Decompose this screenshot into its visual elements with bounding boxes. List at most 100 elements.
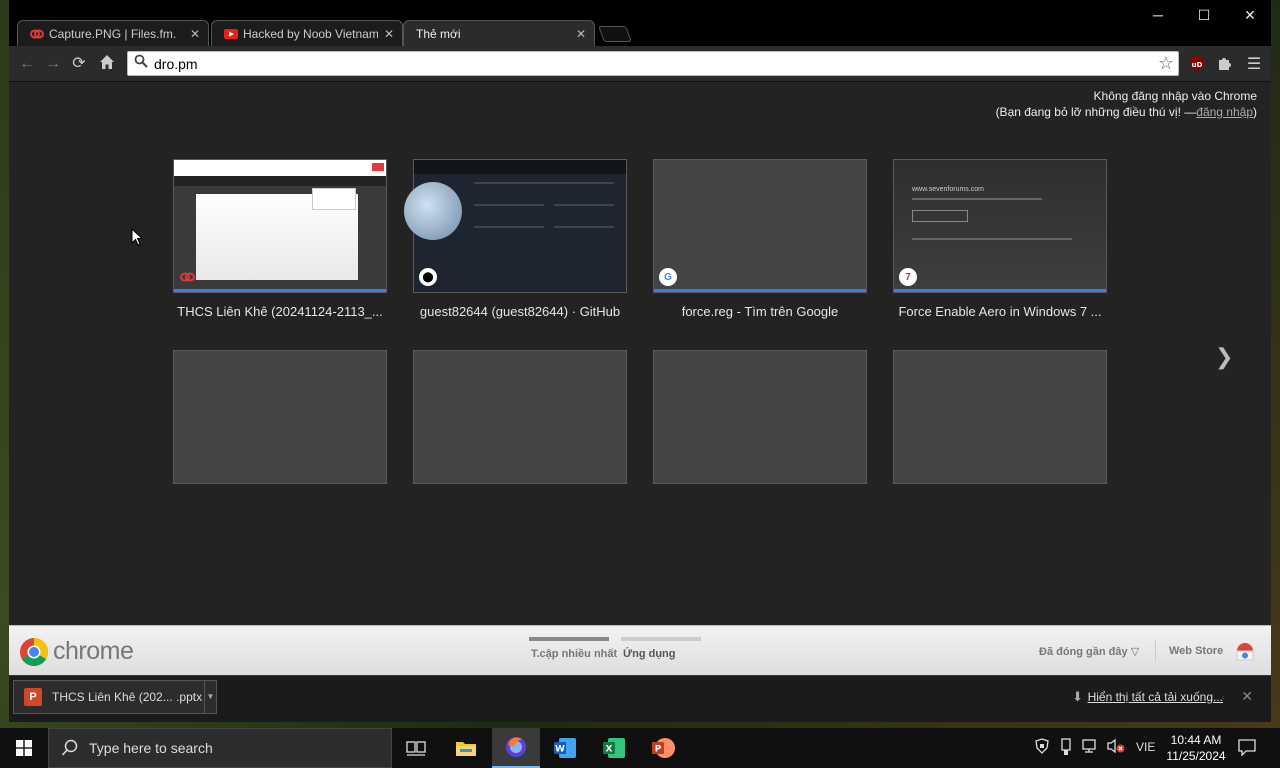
tab-files-fm[interactable]: Capture.PNG | Files.fm. ✕ bbox=[17, 20, 209, 46]
file-explorer-icon[interactable] bbox=[442, 728, 490, 768]
download-icon: ⬇ bbox=[1072, 689, 1083, 704]
tab-new-tab[interactable]: Thẻ mới ✕ bbox=[403, 20, 595, 46]
tile-title[interactable]: force.reg - Tìm trên Google bbox=[653, 304, 867, 319]
download-item[interactable]: P THCS Liên Khê (202... .pptx ▼ bbox=[13, 680, 217, 714]
web-store-icon[interactable] bbox=[1235, 642, 1255, 667]
chrome-logo-icon bbox=[19, 637, 49, 667]
forward-icon[interactable]: → bbox=[43, 54, 63, 74]
ntp-footer: chrome T.cập nhiều nhất Ứng dụng Đã đóng… bbox=[9, 625, 1271, 675]
back-icon[interactable]: ← bbox=[17, 54, 37, 74]
files-fm-icon bbox=[179, 268, 197, 286]
thumb-avatar bbox=[404, 182, 462, 240]
close-icon[interactable]: ✕ bbox=[382, 27, 396, 41]
close-shelf-icon[interactable]: ✕ bbox=[1241, 688, 1253, 705]
network-tray-icon[interactable] bbox=[1082, 738, 1100, 757]
svg-text:uD: uD bbox=[1192, 61, 1203, 69]
address-input[interactable] bbox=[148, 55, 1178, 72]
empty-tile bbox=[173, 350, 387, 484]
new-tab-button[interactable] bbox=[598, 26, 632, 42]
thumb-button bbox=[372, 163, 384, 171]
thumb-line bbox=[554, 204, 614, 206]
clock[interactable]: 10:44 AM 11/25/2024 bbox=[1160, 732, 1232, 764]
title-bar: Capture.PNG | Files.fm. ✕ Hacked by Noob… bbox=[9, 0, 1271, 46]
security-tray-icon[interactable] bbox=[1034, 738, 1050, 757]
web-store-link[interactable]: Web Store bbox=[1169, 645, 1223, 657]
omnibox[interactable]: ☆ bbox=[127, 51, 1179, 76]
home-icon[interactable] bbox=[97, 54, 117, 74]
show-all-downloads-link[interactable]: Hiển thị tất cả tải xuống... bbox=[1088, 690, 1223, 704]
signin-prompt: Không đăng nhập vào Chrome (Bạn đang bỏ … bbox=[996, 88, 1257, 120]
footer-divider bbox=[1155, 640, 1156, 662]
task-view-icon[interactable] bbox=[392, 728, 440, 768]
volume-muted-icon[interactable] bbox=[1106, 738, 1126, 757]
word-icon[interactable]: W bbox=[541, 728, 589, 768]
recently-closed-menu[interactable]: Đã đóng gần đây ▽ bbox=[1039, 645, 1139, 658]
close-window-icon[interactable]: ✕ bbox=[1227, 4, 1273, 26]
close-icon[interactable]: ✕ bbox=[574, 27, 588, 41]
search-icon bbox=[61, 739, 78, 756]
bookmark-star-icon[interactable]: ☆ bbox=[1158, 53, 1174, 74]
mouse-cursor-icon bbox=[131, 227, 144, 251]
tab-title: Thẻ mới bbox=[416, 26, 461, 41]
start-button[interactable] bbox=[0, 728, 48, 768]
chevron-down-icon: ▽ bbox=[1130, 646, 1140, 658]
download-menu-arrow-icon[interactable]: ▼ bbox=[204, 681, 216, 713]
empty-tile bbox=[893, 350, 1107, 484]
close-icon[interactable]: ✕ bbox=[188, 27, 202, 41]
thumb-line bbox=[912, 198, 1042, 200]
firefox-icon[interactable] bbox=[492, 728, 540, 768]
windows-logo-icon bbox=[16, 740, 32, 756]
thumb-line bbox=[912, 238, 1072, 240]
notifications-icon[interactable] bbox=[1238, 738, 1256, 759]
most-visited-tile[interactable]: www.sevenforums.com 7 bbox=[893, 159, 1107, 293]
thumb-strip bbox=[174, 176, 386, 186]
svg-text:X: X bbox=[606, 745, 613, 755]
signin-link[interactable]: đăng nhập bbox=[1196, 105, 1253, 119]
excel-icon[interactable]: X bbox=[590, 728, 638, 768]
thumb-header bbox=[414, 160, 626, 174]
tab-most-visited[interactable]: T.cập nhiều nhất bbox=[531, 648, 617, 660]
google-icon: G bbox=[659, 268, 677, 286]
powerpoint-icon[interactable]: P bbox=[639, 728, 687, 768]
minimize-icon[interactable]: ─ bbox=[1135, 4, 1181, 26]
reload-icon[interactable]: ⟳ bbox=[69, 54, 89, 74]
powerpoint-file-icon: P bbox=[24, 688, 42, 706]
thumb-header bbox=[174, 160, 386, 176]
taskbar-search[interactable]: Type here to search bbox=[48, 728, 392, 768]
chrome-window: Capture.PNG | Files.fm. ✕ Hacked by Noob… bbox=[9, 0, 1271, 722]
files-fm-icon bbox=[30, 27, 44, 41]
windows-taskbar: Type here to search W X P VIE 10:44 AM 1… bbox=[0, 728, 1280, 768]
tile-title[interactable]: Force Enable Aero in Windows 7 ... bbox=[893, 304, 1107, 319]
tab-youtube[interactable]: Hacked by Noob Vietnam ✕ bbox=[211, 20, 403, 46]
menu-icon[interactable]: ☰ bbox=[1244, 55, 1264, 75]
ublock-icon[interactable]: uD bbox=[1187, 55, 1207, 75]
tab-title: Capture.PNG | Files.fm. bbox=[49, 26, 177, 41]
thumb-site-text: www.sevenforums.com bbox=[912, 186, 984, 193]
tile-title[interactable]: guest82644 (guest82644) · GitHub bbox=[413, 304, 627, 319]
signin-line-1: Không đăng nhập vào Chrome bbox=[1093, 89, 1257, 103]
usb-tray-icon[interactable] bbox=[1060, 738, 1072, 759]
tile-accent-bar bbox=[174, 289, 386, 292]
most-visited-tile[interactable] bbox=[173, 159, 387, 293]
page-indicator-active[interactable] bbox=[529, 637, 609, 641]
search-placeholder: Type here to search bbox=[89, 740, 213, 756]
github-icon: ⬤ bbox=[419, 268, 437, 286]
most-visited-tile[interactable]: ⬤ bbox=[404, 159, 627, 293]
tile-accent-bar bbox=[894, 289, 1106, 292]
language-indicator[interactable]: VIE bbox=[1136, 740, 1155, 754]
search-icon bbox=[134, 54, 148, 73]
empty-tile bbox=[653, 350, 867, 484]
svg-text:P: P bbox=[655, 745, 662, 755]
extensions-puzzle-icon[interactable] bbox=[1215, 55, 1235, 75]
svg-text:W: W bbox=[555, 745, 565, 755]
maximize-icon[interactable]: ☐ bbox=[1181, 4, 1227, 26]
tab-title: Hacked by Noob Vietnam bbox=[243, 26, 378, 41]
tab-apps[interactable]: Ứng dụng bbox=[623, 648, 676, 660]
thumb-line bbox=[474, 204, 544, 206]
tile-title[interactable]: THCS Liên Khê (20241124-2113_... bbox=[173, 304, 387, 319]
page-indicator[interactable] bbox=[621, 637, 701, 641]
next-page-chevron-icon[interactable]: ❯ bbox=[1215, 344, 1233, 370]
most-visited-tile[interactable]: G bbox=[653, 159, 867, 293]
new-tab-page: Không đăng nhập vào Chrome (Bạn đang bỏ … bbox=[9, 82, 1271, 625]
clock-date: 11/25/2024 bbox=[1166, 749, 1226, 763]
